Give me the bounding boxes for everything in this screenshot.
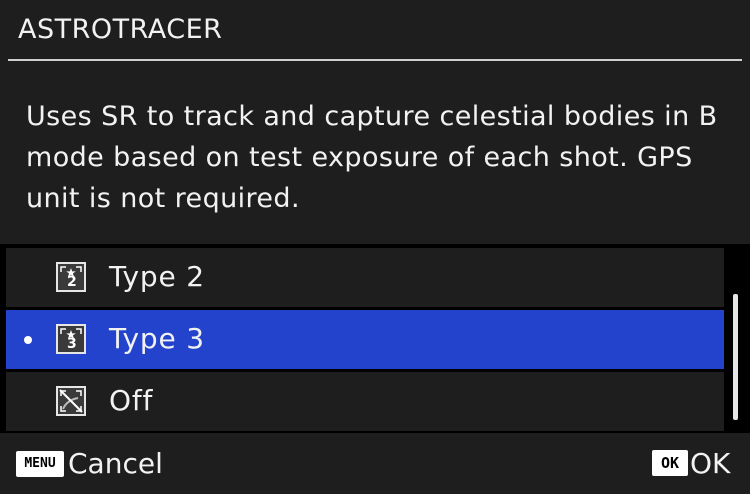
selected-indicator-icon [24,336,32,344]
ok-button[interactable]: OK [690,446,730,482]
cancel-button[interactable]: Cancel [68,446,163,482]
ok-key-icon: OK [652,450,688,476]
option-type-3[interactable]: 3 Type 3 [6,310,724,369]
option-type-2[interactable]: 2 Type 2 [6,248,724,307]
menu-key-icon: MENU [16,451,64,477]
screen-header: ASTROTRACER [0,0,750,61]
page-title: ASTROTRACER [18,14,223,45]
astrotracer-type2-icon: 2 [56,262,86,292]
option-label: Type 3 [109,322,205,355]
description-text: Uses SR to track and capture celestial b… [26,101,718,214]
footer-bar: MENU Cancel OK OK [0,433,750,494]
icon-number: 3 [67,336,77,352]
icon-number: 2 [67,274,77,290]
scrollbar[interactable] [733,294,738,420]
astrotracer-type3-icon: 3 [56,324,86,354]
option-label: Type 2 [109,260,205,293]
option-label: Off [109,384,154,417]
astrotracer-off-icon [56,386,86,416]
option-off[interactable]: Off [6,372,724,431]
